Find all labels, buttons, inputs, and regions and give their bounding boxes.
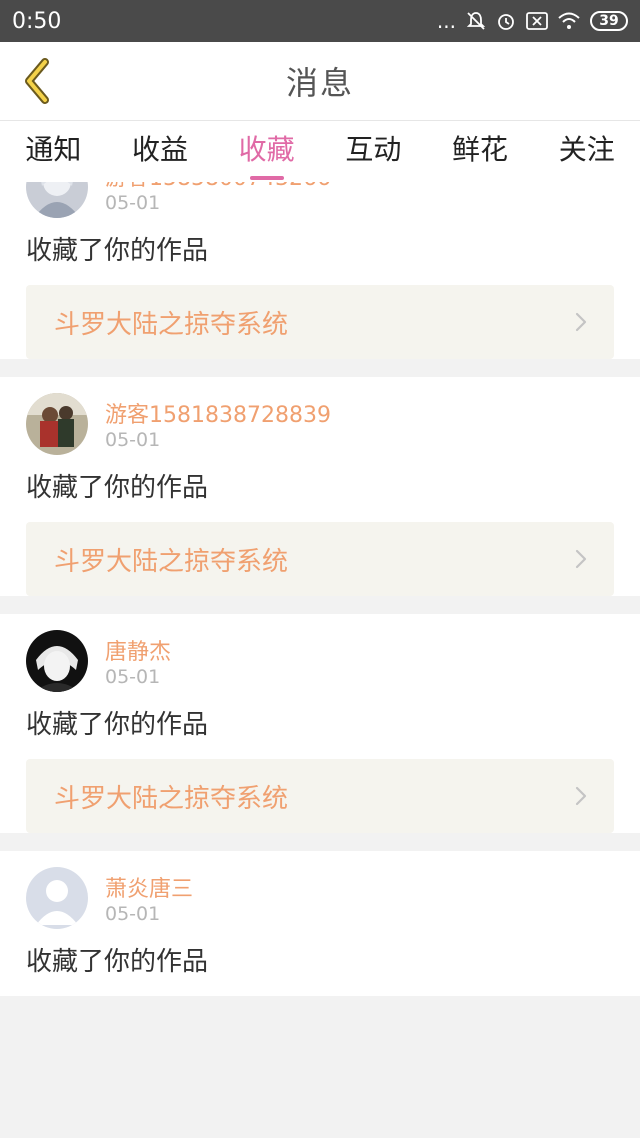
- tab-bar: 通知 收益 收藏 互动 鲜花 关注: [0, 120, 640, 182]
- chevron-left-icon: [25, 58, 49, 104]
- tab-following[interactable]: 关注: [533, 121, 640, 182]
- chevron-right-icon: [575, 549, 587, 569]
- item-date: 05-01: [105, 192, 161, 214]
- work-link[interactable]: 斗罗大陆之掠夺系统: [26, 759, 614, 833]
- user-name: 萧炎唐三: [105, 877, 194, 902]
- message-text: 收藏了你的作品: [26, 473, 209, 503]
- user-name: 游客1581838728839: [105, 403, 331, 428]
- chevron-right-icon: [575, 786, 587, 806]
- sim-off-icon: [526, 12, 548, 30]
- more-dots-icon: ...: [436, 9, 456, 33]
- tab-earnings[interactable]: 收益: [107, 121, 214, 182]
- bell-off-icon: [466, 11, 486, 31]
- status-icons: ... 39: [437, 9, 628, 33]
- status-time: 0:50: [12, 8, 62, 34]
- message-list[interactable]: 游客1585800743266 05-01 收藏了你的作品 斗罗大陆之掠夺系统: [0, 182, 640, 1138]
- avatar[interactable]: [26, 182, 88, 218]
- list-item: 萧炎唐三 05-01 收藏了你的作品: [0, 851, 640, 996]
- message-text: 收藏了你的作品: [26, 710, 209, 740]
- battery-indicator: 39: [590, 11, 628, 31]
- work-link[interactable]: 斗罗大陆之掠夺系统: [26, 285, 614, 359]
- item-date: 05-01: [105, 903, 161, 925]
- tab-favorites[interactable]: 收藏: [213, 121, 320, 182]
- tab-flowers[interactable]: 鲜花: [427, 121, 534, 182]
- item-date: 05-01: [105, 666, 161, 688]
- list-item: 游客1585800743266 05-01 收藏了你的作品 斗罗大陆之掠夺系统: [0, 182, 640, 359]
- avatar[interactable]: [26, 630, 88, 692]
- alarm-icon: [496, 11, 516, 31]
- work-title: 斗罗大陆之掠夺系统: [54, 546, 289, 577]
- page-title: 消息: [285, 64, 354, 102]
- status-bar: 0:50 ... 39: [0, 0, 640, 42]
- user-row[interactable]: 游客1581838728839 05-01: [26, 377, 614, 463]
- user-name: 游客1585800743266: [105, 182, 331, 192]
- message-text: 收藏了你的作品: [26, 947, 209, 977]
- list-item: 游客1581838728839 05-01 收藏了你的作品 斗罗大陆之掠夺系统: [0, 377, 640, 596]
- work-link[interactable]: 斗罗大陆之掠夺系统: [26, 522, 614, 596]
- user-name: 唐静杰: [105, 640, 172, 665]
- chevron-right-icon: [575, 312, 587, 332]
- avatar[interactable]: [26, 867, 88, 929]
- tab-notifications[interactable]: 通知: [0, 121, 107, 182]
- wifi-icon: [558, 12, 580, 30]
- user-row[interactable]: 游客1585800743266 05-01: [26, 182, 614, 226]
- work-title: 斗罗大陆之掠夺系统: [54, 783, 289, 814]
- list-item: 唐静杰 05-01 收藏了你的作品 斗罗大陆之掠夺系统: [0, 614, 640, 833]
- avatar[interactable]: [26, 393, 88, 455]
- item-date: 05-01: [105, 429, 161, 451]
- tab-interactions[interactable]: 互动: [320, 121, 427, 182]
- message-text: 收藏了你的作品: [26, 236, 209, 266]
- app-header: 消息: [0, 42, 640, 120]
- back-button[interactable]: [16, 56, 56, 106]
- user-row[interactable]: 萧炎唐三 05-01: [26, 851, 614, 937]
- work-title: 斗罗大陆之掠夺系统: [54, 309, 289, 340]
- user-row[interactable]: 唐静杰 05-01: [26, 614, 614, 700]
